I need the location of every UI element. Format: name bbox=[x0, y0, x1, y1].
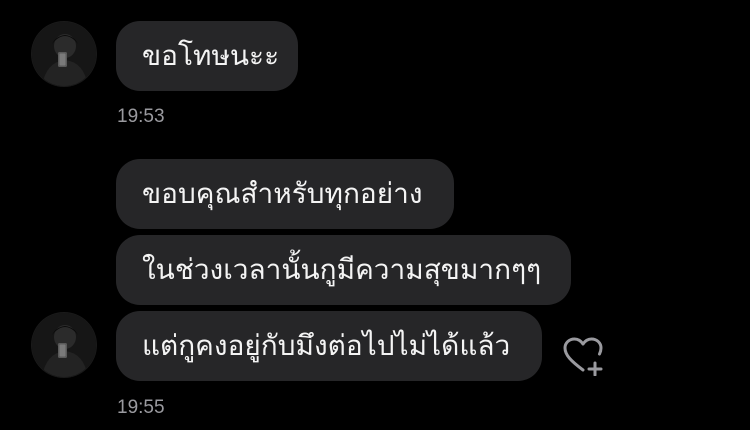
message-timestamp: 19:55 bbox=[117, 397, 165, 418]
message-bubble[interactable]: ขอโทษนะะ bbox=[116, 21, 298, 91]
message-text: ในช่วงเวลานั้นกูมีความสุขมากๆๆ bbox=[142, 253, 542, 286]
sender-avatar[interactable] bbox=[32, 313, 96, 377]
message-timestamp: 19:53 bbox=[117, 106, 165, 127]
message-bubble[interactable]: ในช่วงเวลานั้นกูมีความสุขมากๆๆ bbox=[116, 235, 571, 305]
message-bubble[interactable]: ขอบคุณสำหรับทุกอย่าง bbox=[116, 159, 454, 229]
heart-add-icon[interactable] bbox=[561, 336, 605, 376]
avatar-photo bbox=[32, 313, 96, 377]
avatar-photo bbox=[32, 22, 96, 86]
message-text: แต่กูคงอยู่กับมึงต่อไปไม่ได้แล้ว bbox=[142, 329, 511, 362]
message-text: ขอบคุณสำหรับทุกอย่าง bbox=[142, 177, 423, 210]
sender-avatar[interactable] bbox=[32, 22, 96, 86]
message-bubble[interactable]: แต่กูคงอยู่กับมึงต่อไปไม่ได้แล้ว bbox=[116, 311, 542, 381]
message-text: ขอโทษนะะ bbox=[142, 39, 280, 72]
